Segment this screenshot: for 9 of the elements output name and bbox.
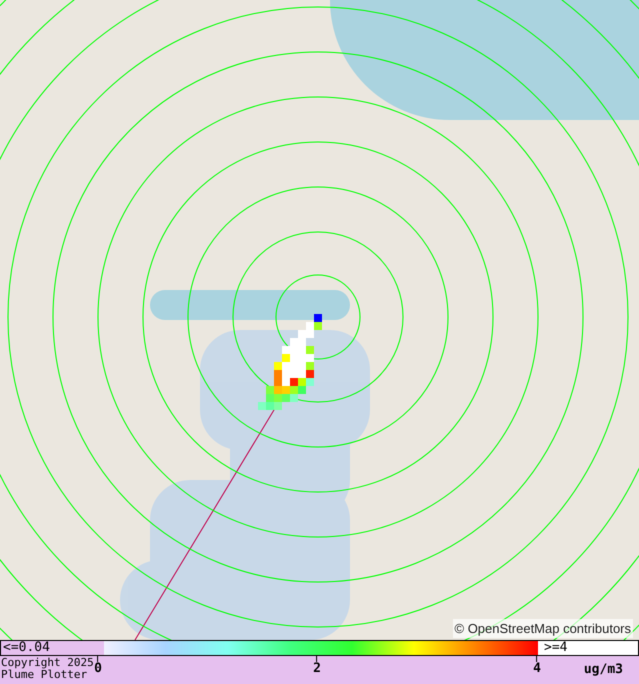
tick-label: 2 [313, 662, 321, 676]
map-placeholder[interactable]: © OpenStreetMap contributors [0, 0, 639, 640]
min-label: <=0.04 [1, 641, 104, 655]
app-name: Plume Plotter [1, 669, 88, 681]
copyright-text: Copyright 2025 [1, 657, 94, 669]
tick-label: 4 [533, 662, 541, 676]
map-attribution: © OpenStreetMap contributors [452, 618, 633, 638]
unit-label: ug/m3 [584, 663, 623, 677]
tick-label: 0 [94, 662, 102, 676]
